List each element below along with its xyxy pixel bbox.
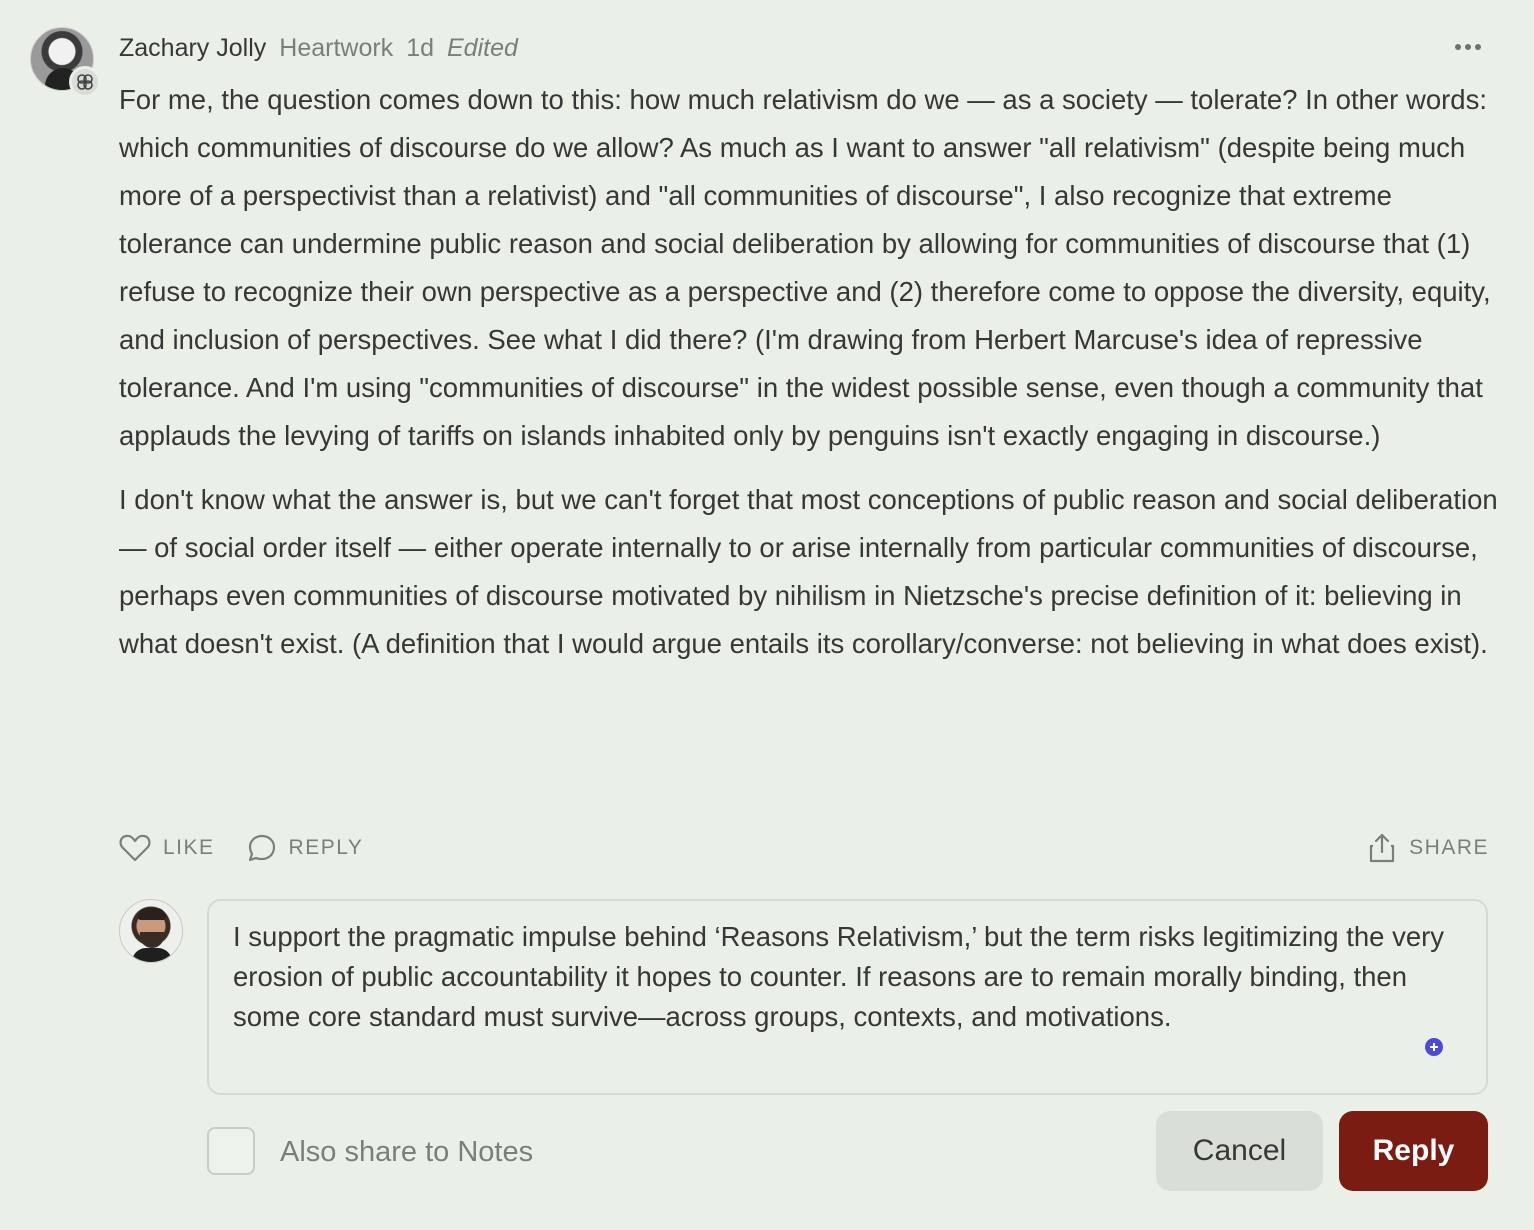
edited-label: Edited [447,33,518,62]
author-name[interactable]: Zachary Jolly [119,34,266,63]
comment-paragraph: For me, the question comes down to this:… [119,84,1491,451]
cancel-button[interactable]: Cancel [1156,1111,1323,1191]
comment-timestamp[interactable]: 1d [406,34,434,63]
ellipsis-icon [1455,44,1481,50]
share-icon [1370,833,1395,863]
plus-circle-icon[interactable] [1425,1038,1443,1056]
share-label: SHARE [1409,836,1489,859]
current-user-avatar [119,899,183,963]
share-to-notes-label[interactable]: Also share to Notes [280,1130,533,1174]
reply-button[interactable]: REPLY [247,833,364,863]
reply-textarea[interactable]: I support the pragmatic impulse behind ‘… [207,899,1488,1095]
comment-body: For me, the question comes down to this:… [119,76,1499,684]
more-options-button[interactable] [1448,34,1488,60]
share-to-notes-checkbox[interactable] [207,1127,255,1175]
speech-bubble-icon [248,834,275,862]
reply-text: I support the pragmatic impulse behind ‘… [233,921,1445,1032]
submit-reply-button[interactable]: Reply [1339,1111,1488,1191]
publication-badge-icon [69,66,101,98]
publication-name[interactable]: Heartwork [279,34,393,63]
heart-icon [119,834,151,862]
comment-actions: LIKE REPLY SHARE [119,828,1489,868]
comment-paragraph: I don't know what the answer is, but we … [119,484,1498,659]
reply-label: REPLY [288,836,364,859]
like-label: LIKE [163,836,215,859]
share-button[interactable]: SHARE [1367,832,1489,864]
comment-header: Zachary Jolly Heartwork 1d Edited [119,30,518,66]
like-button[interactable]: LIKE [119,833,215,863]
